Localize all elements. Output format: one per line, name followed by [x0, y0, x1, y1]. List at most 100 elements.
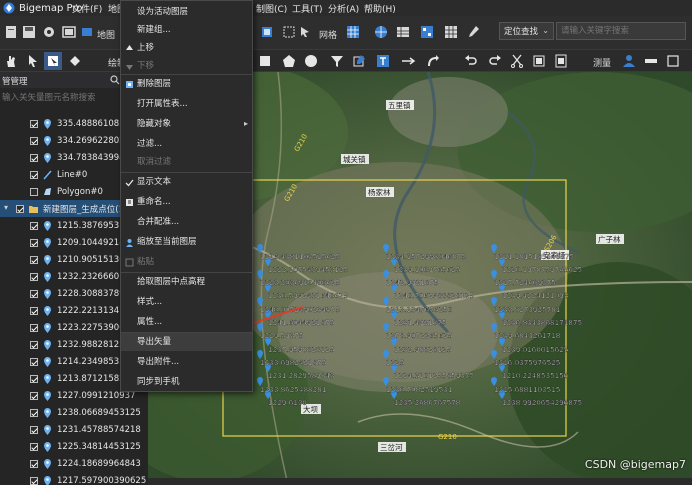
layer-row[interactable]: 1238.06689453125 [0, 404, 148, 421]
context-menu-item[interactable]: 设为活动图层 [121, 3, 252, 21]
layer-checkbox[interactable] [30, 187, 38, 196]
context-menu-item[interactable]: 粘贴 [121, 253, 252, 271]
layer-checkbox[interactable] [30, 170, 38, 179]
layer-checkbox[interactable] [30, 374, 38, 383]
context-menu-item[interactable]: 导出附件... [121, 353, 252, 371]
circle-tool-icon[interactable] [302, 52, 320, 70]
search-input[interactable] [556, 22, 686, 40]
elevation-label: 1233.6982421875 [260, 358, 326, 367]
layer-checkbox[interactable] [30, 425, 38, 434]
layer-checkbox[interactable] [30, 238, 38, 247]
layer-checkbox[interactable] [30, 306, 38, 315]
locate-select[interactable]: 定位查找 ⌄ [499, 22, 554, 40]
context-menu-item[interactable]: 上移 [121, 39, 252, 57]
funnel-icon[interactable] [328, 52, 346, 70]
new-icon[interactable] [2, 23, 20, 41]
curve-arrow-icon[interactable] [424, 52, 442, 70]
arrow-tool-icon[interactable] [400, 52, 418, 70]
save-icon[interactable] [20, 23, 38, 41]
elevation-label: 1240.7062988828125 [394, 291, 474, 300]
search-icon[interactable] [110, 75, 120, 85]
menu-analysis[interactable]: 分析(A) [328, 2, 359, 15]
layer-checkbox[interactable] [30, 357, 38, 366]
redo-icon[interactable] [486, 52, 504, 70]
layer-checkbox[interactable] [30, 323, 38, 332]
menu-file[interactable]: 文件(F) [72, 2, 102, 15]
point-icon [44, 152, 51, 163]
ruler-icon[interactable] [642, 52, 660, 70]
area-measure-icon[interactable] [664, 52, 682, 70]
menu-help[interactable]: 帮助(H) [364, 2, 396, 15]
layer-row[interactable]: 1225.34814453125 [0, 438, 148, 455]
cut-icon[interactable] [508, 52, 526, 70]
context-menu-item[interactable]: 取消过滤 [121, 153, 252, 171]
point-icon [44, 322, 51, 333]
select-tool-icon[interactable] [44, 52, 62, 70]
map-icon[interactable] [78, 23, 96, 41]
gear-icon[interactable] [40, 23, 58, 41]
layer-checkbox[interactable] [30, 119, 38, 128]
measure-label[interactable]: 测量 [593, 56, 611, 69]
pentagon-tool-icon[interactable] [280, 52, 298, 70]
rectangle-tool-icon[interactable] [256, 52, 274, 70]
grid-label[interactable]: 网格 [319, 28, 337, 41]
layer-checkbox[interactable] [30, 289, 38, 298]
context-menu-item[interactable]: 拾取图层中点高程 [121, 273, 252, 291]
elevation-label: 1237.9598828125 [268, 345, 334, 354]
paste-icon[interactable] [552, 52, 570, 70]
context-menu-item[interactable]: 重命名... [121, 193, 252, 211]
layer-checkbox[interactable] [30, 272, 38, 281]
select-area-icon[interactable] [258, 23, 276, 41]
context-menu-item[interactable]: 显示文本 [121, 173, 252, 191]
pan-hand-icon[interactable] [2, 52, 20, 70]
brush-icon[interactable] [464, 23, 482, 41]
context-menu-item[interactable]: 样式... [121, 293, 252, 311]
context-menu-item[interactable]: 新建组... [121, 21, 252, 39]
text-tool-icon[interactable] [374, 52, 392, 70]
point-icon [44, 458, 51, 469]
expand-toggle-icon[interactable]: ▾ [4, 203, 8, 212]
identify-icon[interactable] [296, 23, 314, 41]
layer-checkbox[interactable] [30, 136, 38, 145]
table-icon[interactable] [394, 23, 412, 41]
menu-cartography[interactable]: 制图(C) [256, 2, 287, 15]
layer-checkbox[interactable] [30, 221, 38, 230]
layer-checkbox[interactable] [30, 153, 38, 162]
layers-icon[interactable] [60, 23, 78, 41]
elevation-label: 1215.6881103515 [494, 385, 560, 394]
context-menu-item[interactable]: 隐藏对象 ▸ [121, 115, 252, 133]
layer-row[interactable]: 1224.18689964843 [0, 455, 148, 472]
edit-shape-icon[interactable] [350, 52, 368, 70]
layer-checkbox[interactable] [30, 255, 38, 264]
grid-icon[interactable] [344, 23, 362, 41]
elevation-label: 1239.4224121093 [502, 291, 568, 300]
layer-checkbox[interactable] [30, 340, 38, 349]
layer-checkbox[interactable] [16, 204, 24, 213]
layer-checkbox[interactable] [30, 442, 38, 451]
raster-icon[interactable] [418, 23, 436, 41]
context-menu-item[interactable]: 打开属性表... [121, 95, 252, 113]
context-menu-item[interactable]: 合并配准... [121, 213, 252, 231]
context-menu-item[interactable]: 删除图层 [121, 75, 252, 93]
layer-row[interactable]: 1231.45788574218 [0, 421, 148, 438]
undo-icon[interactable] [462, 52, 480, 70]
context-menu-item[interactable]: 下移 [121, 57, 252, 75]
layer-checkbox[interactable] [30, 391, 38, 400]
layer-row[interactable]: 1217.597900390625 [0, 472, 148, 485]
context-menu-item[interactable]: 同步到手机 [121, 373, 252, 391]
context-menu-item[interactable]: 属性... [121, 313, 252, 331]
edit-vertex-icon[interactable] [66, 52, 84, 70]
context-menu-item[interactable]: 缩放至当前图层 [121, 233, 252, 251]
layer-checkbox[interactable] [30, 476, 38, 485]
layer-checkbox[interactable] [30, 408, 38, 417]
person-icon[interactable] [620, 52, 638, 70]
copy-icon[interactable] [530, 52, 548, 70]
context-menu-item[interactable]: 导出矢量 [121, 333, 252, 351]
pointer-icon[interactable] [24, 52, 42, 70]
menu-tools[interactable]: 工具(T) [292, 2, 323, 15]
layer-checkbox[interactable] [30, 459, 38, 468]
context-menu-item[interactable]: 过滤... [121, 135, 252, 153]
layer-label: 1224.18689964843 [57, 458, 141, 469]
globe-icon[interactable] [372, 23, 390, 41]
grid-table-icon[interactable] [442, 23, 460, 41]
